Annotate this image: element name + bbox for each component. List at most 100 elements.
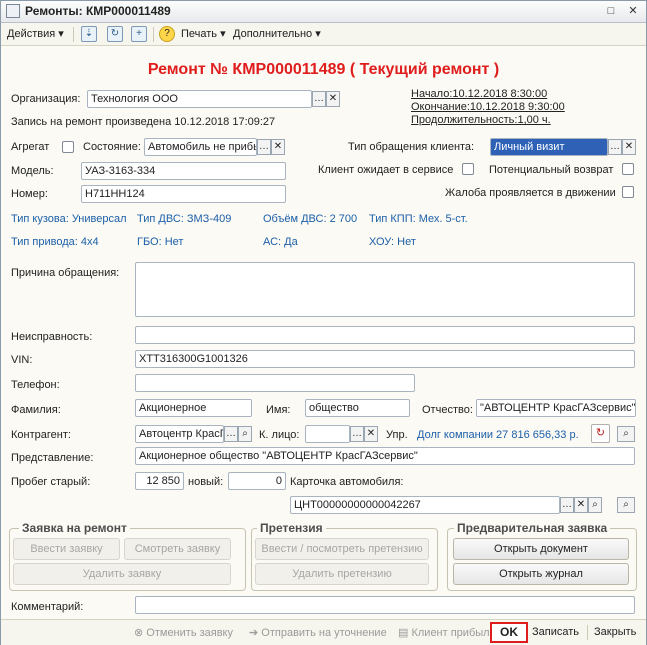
car-card-field[interactable]: ЦНТ00000000000042267	[290, 496, 560, 514]
phone-field[interactable]	[135, 374, 415, 392]
end-date[interactable]: Окончание:10.12.2018 9:30:00	[411, 101, 565, 113]
counterparty-label: Контрагент:	[11, 429, 71, 441]
state-select-button[interactable]: …	[257, 139, 271, 155]
order-group-title: Заявка на ремонт	[19, 521, 130, 535]
potential-return-checkbox[interactable]	[622, 163, 634, 175]
org-select-button[interactable]: …	[312, 91, 326, 107]
ok-button[interactable]: OK	[490, 622, 528, 643]
client-waits-checkbox[interactable]	[462, 163, 474, 175]
open-document-button[interactable]: Открыть документ	[453, 538, 629, 560]
comment-label: Комментарий:	[11, 601, 84, 613]
surname-label: Фамилия:	[11, 404, 61, 416]
spec-body: Тип кузова: Универсал	[11, 213, 127, 225]
arrow-right-icon: ➔	[249, 627, 259, 639]
extra-menu[interactable]: Дополнительно ▾	[233, 27, 321, 40]
document-header: Ремонт № КМР000011489 ( Текущий ремонт )	[147, 61, 500, 78]
spec-engine: Тип ДВС: ЗМЗ-409	[137, 213, 232, 225]
cancel-order-button[interactable]: ⊗ Отменить заявку	[134, 626, 233, 639]
send-clarify-button[interactable]: ➔ Отправить на уточнение	[249, 626, 387, 639]
contact-select-button[interactable]: …	[350, 426, 364, 442]
appeal-type-select-button[interactable]: …	[608, 139, 622, 155]
name-field[interactable]: общество	[305, 399, 410, 417]
aggregate-checkbox[interactable]	[62, 141, 74, 153]
spec-gearbox: Тип КПП: Мех. 5-ст.	[369, 213, 468, 225]
car-card-clear-button[interactable]: ✕	[574, 497, 588, 513]
reason-label: Причина обращения:	[11, 267, 120, 279]
contact-clear-button[interactable]: ✕	[364, 426, 378, 442]
bottom-separator	[587, 625, 588, 640]
car-card-select-button[interactable]: …	[560, 497, 574, 513]
bottom-bar: ⊗ Отменить заявку ➔ Отправить на уточнен…	[1, 619, 646, 645]
refresh-debt-icon[interactable]: ↻	[591, 424, 610, 443]
spec-drive: Тип привода: 4х4	[11, 236, 99, 248]
state-field[interactable]: Автомобиль не прибы	[144, 138, 257, 156]
title-bar: Ремонты: КМР000011489 □ ✕	[1, 1, 646, 23]
debt-link[interactable]: Долг компании 27 816 656,33 р.	[417, 429, 579, 441]
counterparty-open-icon[interactable]: ⌕	[617, 426, 635, 442]
representation-label: Представление:	[11, 452, 94, 464]
spec-volume: Объём ДВС: 2 700	[263, 213, 358, 225]
record-info: Запись на ремонт произведена 10.12.2018 …	[11, 116, 276, 128]
appeal-type-field[interactable]: Личный визит	[490, 138, 608, 156]
state-label: Состояние:	[83, 141, 141, 153]
aggregate-label: Агрегат	[11, 141, 50, 153]
save-button[interactable]: Записать	[532, 626, 579, 638]
copy-icon[interactable]: +	[131, 26, 147, 42]
vin-field[interactable]: ХТТ316300G1001326	[135, 350, 635, 368]
car-card-search-icon[interactable]: ⌕	[588, 497, 602, 513]
client-arrived-button[interactable]: ▤ Клиент прибыл	[398, 626, 490, 639]
post-icon[interactable]: ⇣	[81, 26, 97, 42]
model-label: Модель:	[11, 165, 54, 177]
print-menu[interactable]: Печать ▾	[181, 27, 226, 40]
delete-order-button[interactable]: Удалить заявку	[13, 563, 231, 585]
counterparty-select-button[interactable]: …	[224, 426, 238, 442]
start-date[interactable]: Начало:10.12.2018 8:30:00	[411, 88, 547, 100]
comment-field[interactable]	[135, 596, 635, 614]
open-journal-button[interactable]: Открыть журнал	[453, 563, 629, 585]
close-icon[interactable]: ✕	[624, 4, 642, 20]
model-field[interactable]: УАЗ-3163-334	[81, 162, 286, 180]
reason-field[interactable]	[135, 262, 635, 317]
enter-order-button[interactable]: Ввести заявку	[13, 538, 120, 560]
enter-claim-button[interactable]: Ввести / посмотреть претензию	[255, 538, 429, 560]
patronymic-label: Отчество:	[422, 404, 473, 416]
appeal-type-clear-button[interactable]: ✕	[622, 139, 636, 155]
org-field[interactable]: Технология ООО	[87, 90, 312, 108]
patronymic-field[interactable]: "АВТОЦЕНТР КрасГАЗсервис"	[476, 399, 636, 417]
org-label: Организация:	[11, 93, 81, 105]
claim-group-title: Претензия	[257, 521, 326, 535]
complaint-motion-checkbox[interactable]	[622, 186, 634, 198]
help-icon[interactable]: ?	[159, 26, 175, 42]
car-card-open-icon[interactable]: ⌕	[617, 497, 635, 513]
cancel-icon: ⊗	[134, 627, 144, 639]
duration[interactable]: Продолжительность:1,00 ч.	[411, 114, 551, 126]
spec-gbo: ГБО: Нет	[137, 236, 184, 248]
view-order-button[interactable]: Смотреть заявку	[124, 538, 231, 560]
fault-field[interactable]	[135, 326, 635, 344]
spec-hou: ХОУ: Нет	[369, 236, 416, 248]
close-button[interactable]: Закрыть	[594, 626, 636, 638]
representation-field[interactable]: Акционерное общество "АВТОЦЕНТР КрасГАЗс…	[135, 447, 635, 465]
client-waits-label: Клиент ожидает в сервисе	[318, 164, 454, 176]
spec-ac: АС: Да	[263, 236, 298, 248]
counterparty-search-icon[interactable]: ⌕	[238, 426, 252, 442]
counterparty-field[interactable]: Автоцентр КрасГ	[135, 425, 224, 443]
org-clear-button[interactable]: ✕	[326, 91, 340, 107]
mileage-new-field[interactable]: 0	[228, 472, 286, 490]
contact-field[interactable]	[305, 425, 350, 443]
maximize-icon[interactable]: □	[602, 4, 620, 20]
mileage-old-field[interactable]: 12 850	[135, 472, 184, 490]
mileage-new-label: новый:	[188, 476, 224, 488]
vin-label: VIN:	[11, 354, 33, 366]
refresh-icon[interactable]: ↻	[107, 26, 123, 42]
surname-field[interactable]: Акционерное	[135, 399, 252, 417]
actions-menu[interactable]: Действия ▾	[7, 27, 64, 40]
window-title: Ремонты: КМР000011489	[25, 4, 171, 18]
contact-label: К. лицо:	[259, 429, 300, 441]
number-field[interactable]: Н711НН124	[81, 185, 286, 203]
name-label: Имя:	[266, 404, 291, 416]
appeal-type-label: Тип обращения клиента:	[348, 141, 475, 153]
delete-claim-button[interactable]: Удалить претензию	[255, 563, 429, 585]
state-clear-button[interactable]: ✕	[271, 139, 285, 155]
mileage-old-label: Пробег старый:	[11, 476, 91, 488]
